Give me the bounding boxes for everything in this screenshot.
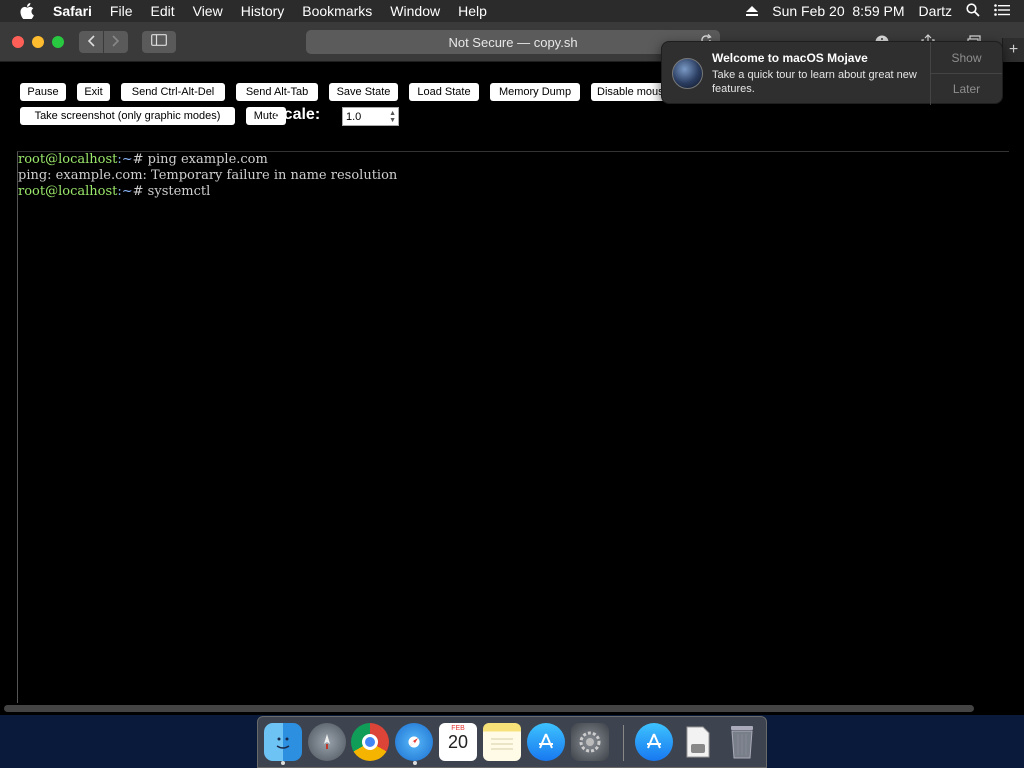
menu-bookmarks[interactable]: Bookmarks xyxy=(302,3,372,19)
spotlight-search-icon[interactable] xyxy=(966,2,980,20)
menu-bar: Safari File Edit View History Bookmarks … xyxy=(0,0,1024,22)
terminal-line: root@localhost:~# ping example.com xyxy=(18,152,268,167)
send-alt-tab-button[interactable]: Send Alt-Tab xyxy=(236,83,318,101)
app-store-icon[interactable] xyxy=(527,723,565,761)
clock[interactable]: Sun Feb 20 8:59 PM xyxy=(772,3,904,19)
terminal-line: ping: example.com: Temporary failure in … xyxy=(18,168,398,183)
emulator-screen[interactable]: root@localhost:~# ping example.com ping:… xyxy=(17,151,1009,703)
menu-app-safari[interactable]: Safari xyxy=(53,3,92,19)
horizontal-scrollbar[interactable] xyxy=(4,705,974,712)
calendar-icon[interactable]: FEB 20 xyxy=(439,723,477,761)
notification-banner[interactable]: Welcome to macOS Mojave Take a quick tou… xyxy=(661,41,1003,105)
send-ctrl-alt-del-button[interactable]: Send Ctrl-Alt-Del xyxy=(121,83,225,101)
safari-icon[interactable] xyxy=(395,723,433,761)
dock: FEB 20 xyxy=(257,716,767,768)
calendar-month: FEB xyxy=(451,725,465,732)
menu-view[interactable]: View xyxy=(193,3,223,19)
notification-actions: Show Later xyxy=(930,42,1002,105)
trash-icon[interactable] xyxy=(723,723,761,761)
notes-icon[interactable] xyxy=(483,723,521,761)
close-window-button[interactable] xyxy=(12,36,24,48)
forward-button[interactable] xyxy=(104,31,128,53)
stepper-arrows-icon[interactable]: ▲ ▼ xyxy=(389,110,396,124)
load-state-button[interactable]: Load State xyxy=(409,83,479,101)
safari-running-indicator xyxy=(413,761,417,765)
chrome-icon[interactable] xyxy=(351,723,389,761)
apple-icon[interactable] xyxy=(18,2,36,20)
notification-show-button[interactable]: Show xyxy=(931,42,1002,73)
take-screenshot-button[interactable]: Take screenshot (only graphic modes) xyxy=(20,107,235,125)
notification-later-button[interactable]: Later xyxy=(931,73,1002,104)
app-store-downloads-icon[interactable] xyxy=(635,723,673,761)
menu-window[interactable]: Window xyxy=(390,3,440,19)
back-button[interactable] xyxy=(79,31,103,53)
address-text: Not Secure — copy.sh xyxy=(448,34,578,50)
sidebar-icon xyxy=(151,33,167,51)
terminal-line: root@localhost:~# systemctl xyxy=(18,184,211,199)
menu-edit[interactable]: Edit xyxy=(150,3,174,19)
forward-icon xyxy=(112,34,120,50)
finder-icon[interactable] xyxy=(264,723,302,761)
address-bar[interactable]: Not Secure — copy.sh xyxy=(306,30,720,54)
minimize-window-button[interactable] xyxy=(32,36,44,48)
back-icon xyxy=(87,34,95,50)
notification-title: Welcome to macOS Mojave xyxy=(712,51,868,65)
pause-button[interactable]: Pause xyxy=(20,83,66,101)
dock-separator xyxy=(623,725,624,761)
scale-input[interactable]: 1.0 ▲ ▼ xyxy=(342,107,399,126)
sidebar-toggle-button[interactable] xyxy=(142,31,176,53)
user-menu[interactable]: Dartz xyxy=(919,3,952,19)
finder-running-indicator xyxy=(281,761,285,765)
notification-center-icon[interactable] xyxy=(994,3,1010,19)
emulator-page: Pause Exit Send Ctrl-Alt-Del Send Alt-Ta… xyxy=(0,63,1024,715)
macos-mojave-icon xyxy=(672,58,703,89)
file-icon[interactable] xyxy=(679,723,717,761)
menu-history[interactable]: History xyxy=(241,3,285,19)
launchpad-icon[interactable] xyxy=(308,723,346,761)
calendar-day: 20 xyxy=(447,732,469,752)
memory-dump-button[interactable]: Memory Dump xyxy=(490,83,580,101)
menu-bar-status-area: Sun Feb 20 8:59 PM Dartz xyxy=(746,0,1024,22)
menu-file[interactable]: File xyxy=(110,3,133,19)
eject-icon[interactable] xyxy=(746,3,759,19)
fullscreen-window-button[interactable] xyxy=(52,36,64,48)
scale-label: Scale: xyxy=(273,106,321,123)
scale-value: 1.0 xyxy=(346,110,362,123)
save-state-button[interactable]: Save State xyxy=(329,83,398,101)
notification-body: Take a quick tour to learn about great n… xyxy=(712,69,917,95)
system-preferences-icon[interactable] xyxy=(571,723,609,761)
vertical-scrollbar[interactable] xyxy=(1012,63,1020,703)
exit-button[interactable]: Exit xyxy=(77,83,110,101)
new-tab-icon[interactable]: + xyxy=(1002,38,1024,62)
menu-help[interactable]: Help xyxy=(458,3,487,19)
